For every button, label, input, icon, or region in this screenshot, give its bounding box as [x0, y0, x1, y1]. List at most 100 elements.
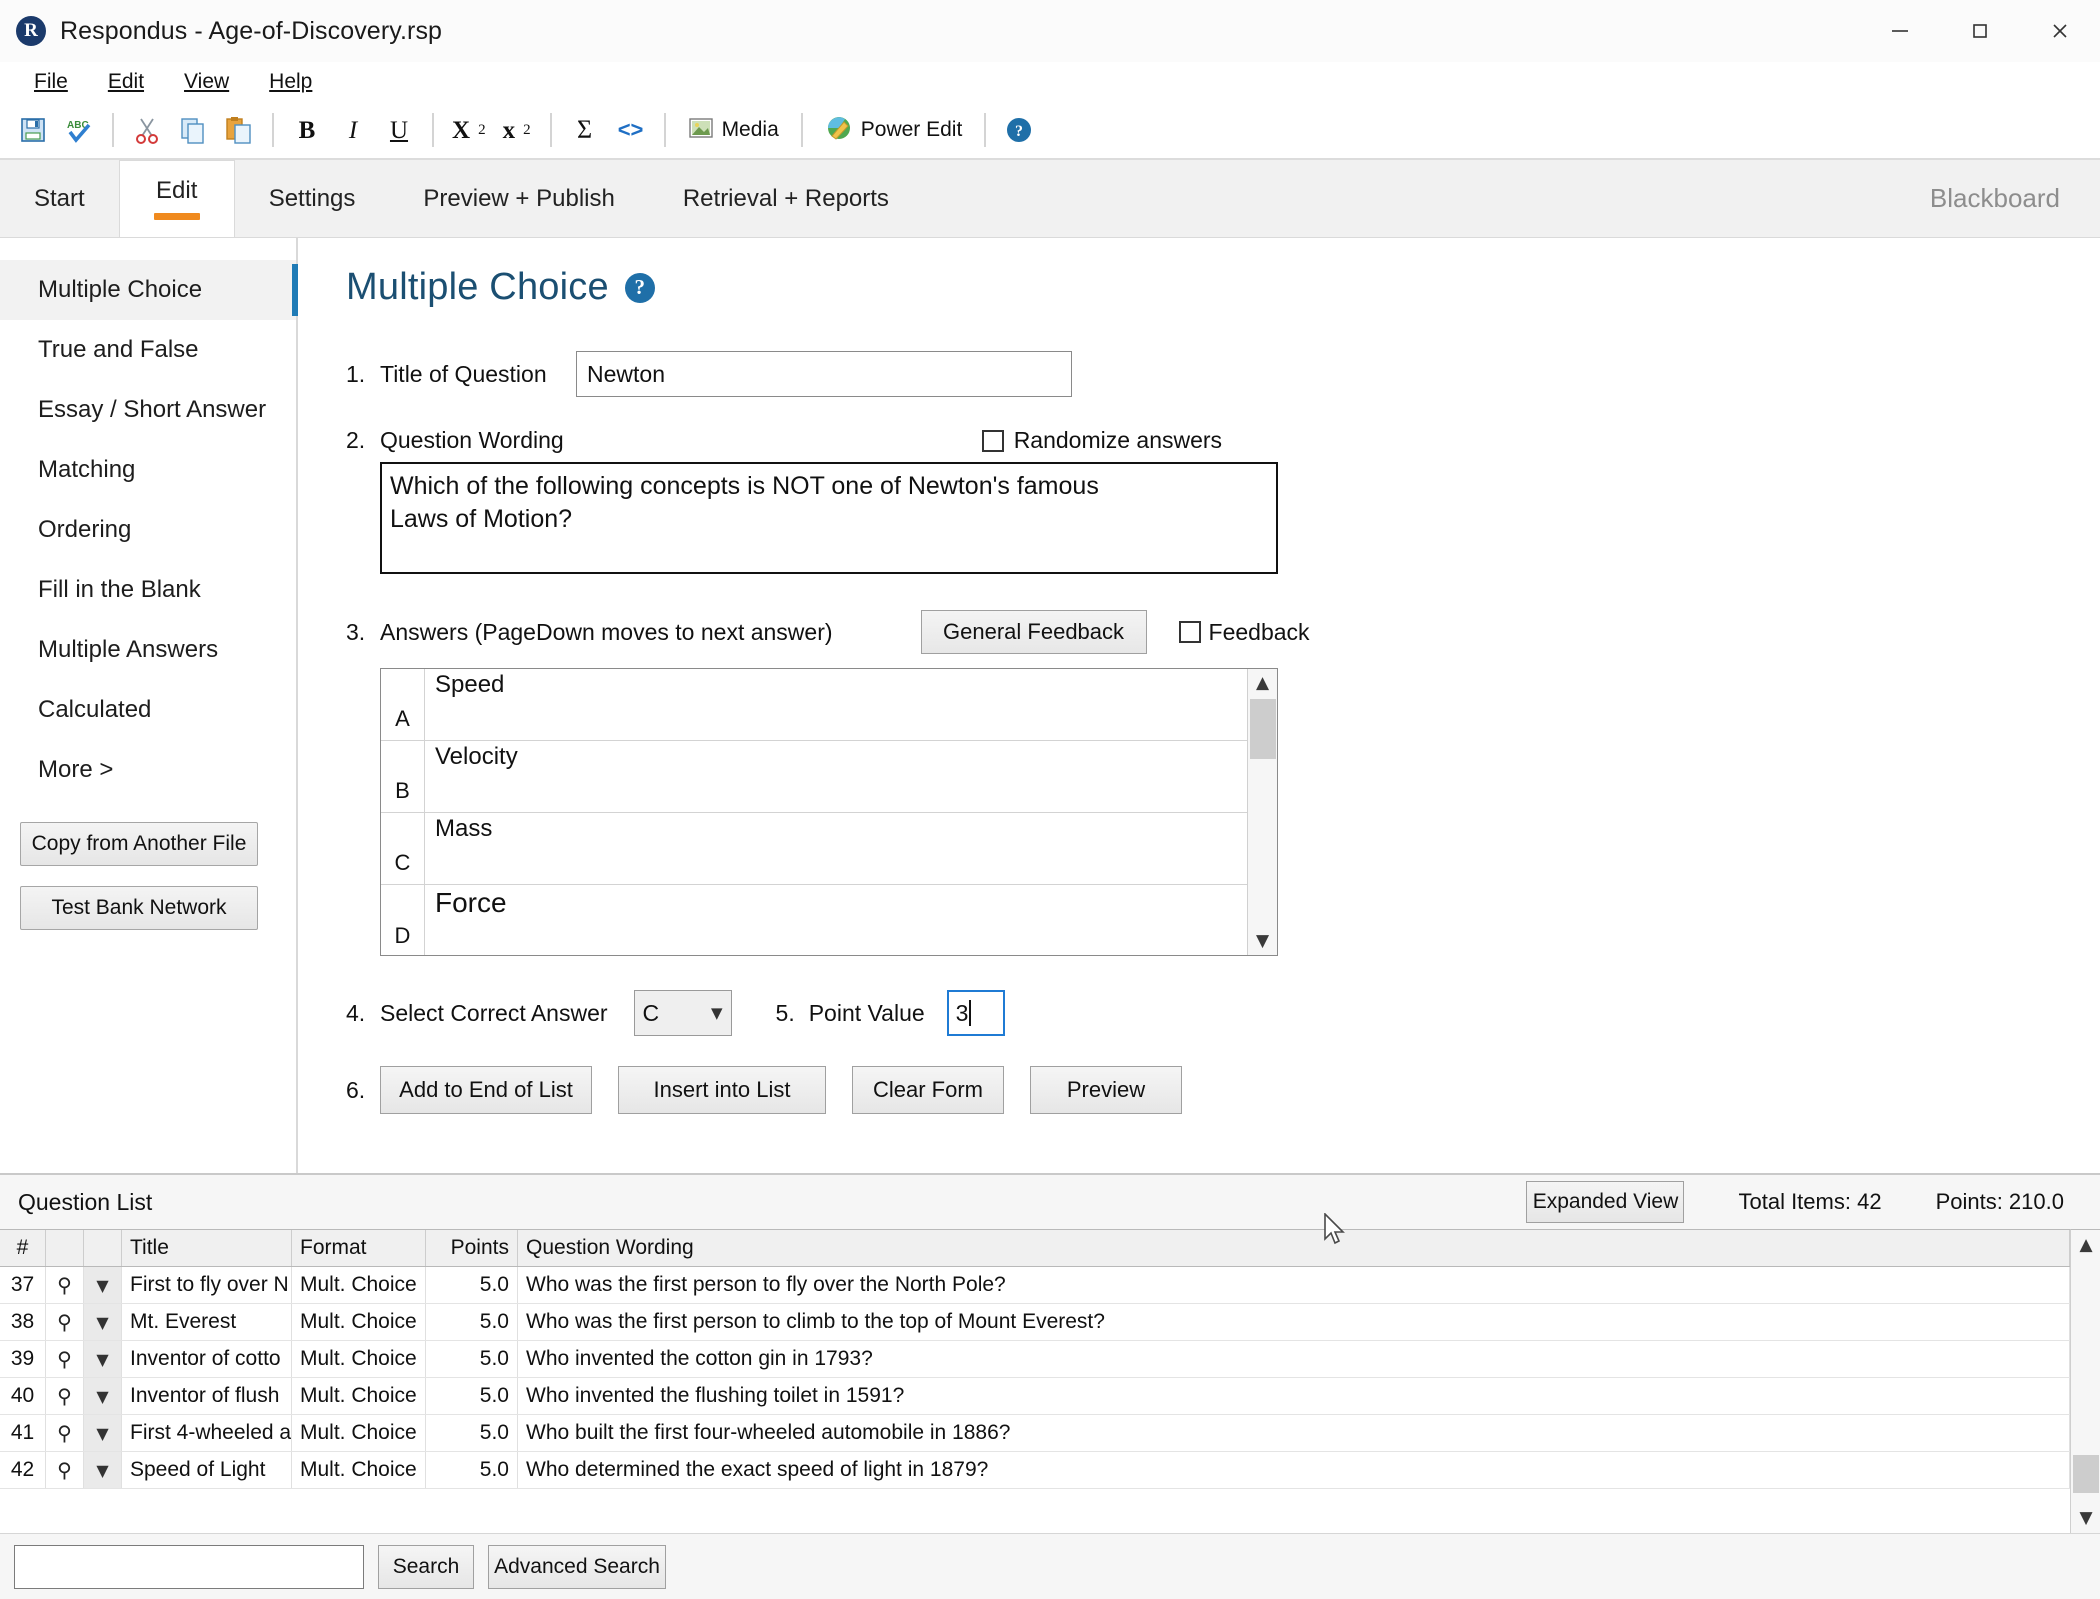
sidebar-item-ordering[interactable]: Ordering: [0, 500, 296, 560]
menu-view[interactable]: View: [164, 68, 249, 96]
title-of-question-input[interactable]: Newton: [576, 351, 1072, 397]
table-row[interactable]: 38 ⚲ ▼ Mt. Everest Mult. Choice 5.0 Who …: [0, 1304, 2070, 1341]
tab-preview-publish[interactable]: Preview + Publish: [389, 160, 648, 237]
chevron-down-icon[interactable]: ▼: [84, 1341, 122, 1377]
question-list-scrollbar[interactable]: ▲ ▼: [2070, 1229, 2100, 1533]
paste-icon[interactable]: [216, 107, 262, 153]
close-icon[interactable]: [2020, 0, 2100, 62]
tab-retrieval-reports[interactable]: Retrieval + Reports: [649, 160, 923, 237]
menu-help[interactable]: Help: [249, 68, 332, 96]
power-edit-icon: [825, 114, 853, 147]
answer-text[interactable]: Velocity: [425, 741, 1247, 812]
save-icon[interactable]: [10, 107, 56, 153]
magnifier-icon[interactable]: ⚲: [46, 1452, 84, 1488]
sidebar-item-label: Ordering: [38, 516, 132, 543]
magnifier-icon[interactable]: ⚲: [46, 1378, 84, 1414]
chevron-down-icon[interactable]: ▼: [84, 1452, 122, 1488]
menu-edit[interactable]: Edit: [88, 68, 164, 96]
magnifier-icon[interactable]: ⚲: [46, 1415, 84, 1451]
table-row[interactable]: 42 ⚲ ▼ Speed of Light Mult. Choice 5.0 W…: [0, 1452, 2070, 1489]
copy-from-another-file-button[interactable]: Copy from Another File: [20, 822, 258, 866]
clear-form-button[interactable]: Clear Form: [852, 1066, 1004, 1114]
tab-settings[interactable]: Settings: [235, 160, 390, 237]
advanced-search-button[interactable]: Advanced Search: [488, 1544, 666, 1589]
sidebar-item-fill-in-the-blank[interactable]: Fill in the Blank: [0, 560, 296, 620]
copy-icon[interactable]: [170, 107, 216, 153]
sidebar-item-more[interactable]: More >: [0, 740, 296, 800]
maximize-icon[interactable]: [1940, 0, 2020, 62]
answer-row[interactable]: C Mass: [381, 813, 1247, 885]
step-1-number: 1.: [346, 360, 366, 387]
scrollbar-thumb[interactable]: [1249, 699, 1276, 759]
column-header-preview[interactable]: [46, 1230, 84, 1266]
answer-row[interactable]: D Force: [381, 885, 1247, 955]
column-header-title[interactable]: Title: [122, 1230, 292, 1266]
chevron-down-icon[interactable]: ▼: [84, 1378, 122, 1414]
feedback-checkbox[interactable]: Feedback: [1178, 619, 1310, 646]
test-bank-network-button[interactable]: Test Bank Network: [20, 886, 258, 930]
scroll-up-icon[interactable]: ▲: [1248, 669, 1278, 697]
randomize-answers-box[interactable]: [981, 429, 1004, 452]
table-row[interactable]: 41 ⚲ ▼ First 4-wheeled a Mult. Choice 5.…: [0, 1415, 2070, 1452]
table-row[interactable]: 39 ⚲ ▼ Inventor of cotto Mult. Choice 5.…: [0, 1341, 2070, 1378]
correct-answer-select[interactable]: C ▼: [633, 990, 732, 1036]
answer-text[interactable]: Force: [425, 885, 1247, 955]
sidebar-item-multiple-choice[interactable]: Multiple Choice: [0, 260, 298, 320]
search-button[interactable]: Search: [378, 1544, 474, 1589]
superscript-button[interactable]: x2: [494, 107, 540, 153]
general-feedback-button[interactable]: General Feedback: [920, 610, 1147, 654]
question-wording-textarea[interactable]: Which of the following concepts is NOT o…: [380, 462, 1278, 574]
sidebar-item-multiple-answers[interactable]: Multiple Answers: [0, 620, 296, 680]
preview-button[interactable]: Preview: [1030, 1066, 1182, 1114]
media-button[interactable]: Media: [676, 107, 791, 153]
expanded-view-button[interactable]: Expanded View: [1526, 1181, 1685, 1223]
help-icon[interactable]: ?: [996, 107, 1042, 153]
tab-start[interactable]: Start: [0, 160, 119, 237]
table-row[interactable]: 37 ⚲ ▼ First to fly over N Mult. Choice …: [0, 1267, 2070, 1304]
answer-text[interactable]: Mass: [425, 813, 1247, 884]
column-header-question-wording[interactable]: Question Wording: [518, 1230, 2070, 1266]
menu-file[interactable]: File: [14, 68, 88, 96]
answer-row[interactable]: A Speed: [381, 669, 1247, 741]
italic-button[interactable]: I: [330, 107, 376, 153]
sidebar-item-essay-short-answer[interactable]: Essay / Short Answer: [0, 380, 296, 440]
minimize-icon[interactable]: [1860, 0, 1940, 62]
insert-into-list-button[interactable]: Insert into List: [618, 1066, 826, 1114]
chevron-down-icon[interactable]: ▼: [84, 1415, 122, 1451]
underline-button[interactable]: U: [376, 107, 422, 153]
scrollbar-thumb[interactable]: [2073, 1455, 2099, 1493]
feedback-box[interactable]: [1178, 621, 1201, 643]
table-row[interactable]: 40 ⚲ ▼ Inventor of flush Mult. Choice 5.…: [0, 1378, 2070, 1415]
column-header-number[interactable]: #: [0, 1230, 46, 1266]
answers-scrollbar[interactable]: ▲ ▼: [1247, 669, 1277, 955]
answer-row[interactable]: B Velocity: [381, 741, 1247, 813]
search-input[interactable]: [14, 1544, 364, 1589]
randomize-answers-checkbox[interactable]: Randomize answers: [981, 427, 1222, 454]
scroll-down-icon[interactable]: ▼: [2071, 1503, 2100, 1533]
add-to-end-of-list-button[interactable]: Add to End of List: [380, 1066, 592, 1114]
equation-icon[interactable]: Σ: [562, 107, 608, 153]
chevron-down-icon[interactable]: ▼: [84, 1267, 122, 1303]
answer-text[interactable]: Speed: [425, 669, 1247, 740]
scroll-down-icon[interactable]: ▼: [1248, 927, 1278, 955]
subscript-button[interactable]: X2: [444, 107, 494, 153]
column-header-expand[interactable]: [84, 1230, 122, 1266]
column-header-format[interactable]: Format: [292, 1230, 426, 1266]
magnifier-icon[interactable]: ⚲: [46, 1267, 84, 1303]
scroll-up-icon[interactable]: ▲: [2071, 1230, 2100, 1260]
spellcheck-icon[interactable]: ABC: [56, 107, 102, 153]
column-header-points[interactable]: Points: [426, 1230, 518, 1266]
magnifier-icon[interactable]: ⚲: [46, 1304, 84, 1340]
sidebar-item-calculated[interactable]: Calculated: [0, 680, 296, 740]
bold-button[interactable]: B: [284, 107, 330, 153]
sidebar-item-matching[interactable]: Matching: [0, 440, 296, 500]
cut-icon[interactable]: [124, 107, 170, 153]
magnifier-icon[interactable]: ⚲: [46, 1341, 84, 1377]
power-edit-button[interactable]: Power Edit: [813, 107, 975, 153]
point-value-input[interactable]: 3: [946, 990, 1005, 1036]
tab-edit[interactable]: Edit: [118, 160, 235, 237]
chevron-down-icon[interactable]: ▼: [84, 1304, 122, 1340]
source-code-icon[interactable]: <>: [608, 107, 654, 153]
help-icon[interactable]: ?: [624, 272, 655, 303]
sidebar-item-true-and-false[interactable]: True and False: [0, 320, 296, 380]
